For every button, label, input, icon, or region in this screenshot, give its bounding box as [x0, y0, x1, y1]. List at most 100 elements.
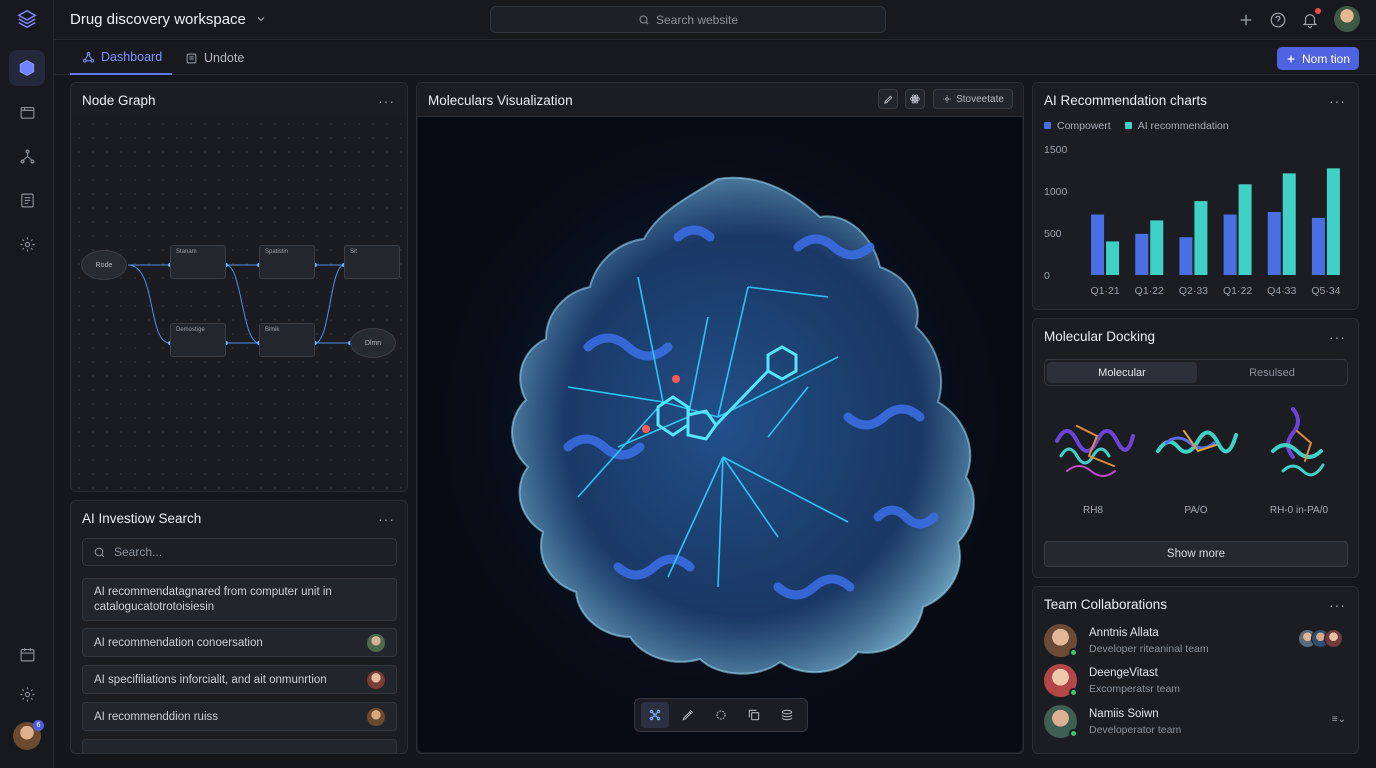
node-graph-panel: Node Graph ··· Rode Stanam Spatistin Sit…	[70, 82, 408, 492]
search-result-text: AI recommendatagnared from computer unit…	[94, 585, 332, 613]
bar-ai-recommendation[interactable]	[1282, 173, 1296, 275]
docking-thumbnail[interactable]	[1047, 401, 1139, 491]
more-icon[interactable]: ···	[378, 93, 395, 109]
member-name: Anntnis Allata	[1089, 627, 1159, 639]
search-result[interactable]: AI recommenddion ruiss	[82, 702, 397, 731]
docking-thumbnail[interactable]	[1150, 401, 1242, 491]
more-icon[interactable]: ···	[1329, 597, 1346, 613]
molecule-mode-button[interactable]	[641, 702, 670, 728]
eyedropper-icon	[682, 709, 694, 721]
protein-surface-render	[418, 117, 1022, 752]
molecular-viz-header: Moleculars Visualization Stoveetate	[417, 83, 1023, 117]
bar-chart: 0 500 1000 1500 Q1·21 Q1·22 Q2·33 Q1·22 Q4·33 Q5·…	[1044, 144, 1341, 297]
bar-compowert[interactable]	[1135, 233, 1149, 275]
cube-icon	[19, 60, 35, 76]
member-team: Developerator team	[1089, 724, 1182, 736]
tab-dashboard-label: Dashboard	[101, 50, 163, 64]
member-options-icon[interactable]: ≡⌄	[1332, 714, 1346, 725]
ai-search-input[interactable]: Search...	[82, 538, 397, 566]
global-search-placeholder: Search website	[655, 12, 739, 27]
bar-ai-recommendation[interactable]	[1150, 220, 1164, 275]
bar-ai-recommendation[interactable]	[1194, 201, 1208, 275]
graph-node[interactable]: Spatistin	[259, 245, 315, 279]
molecule-viewer[interactable]	[418, 117, 1022, 752]
team-member[interactable]: Anntnis Allata Developer riteaninal team	[1044, 624, 1348, 658]
graph-node[interactable]: Demostige	[170, 323, 226, 357]
layers-logo-icon[interactable]	[16, 8, 38, 30]
viz-state-button[interactable]: Stoveetate	[933, 89, 1013, 109]
node-graph-edges	[127, 263, 352, 345]
profile-avatar[interactable]	[1334, 6, 1360, 32]
node-graph-title: Node Graph	[82, 93, 156, 108]
x-tick-label: Q4·33	[1267, 285, 1296, 297]
rail-files-button[interactable]	[9, 94, 45, 130]
search-result[interactable]: AI recommendation conoersation	[82, 628, 397, 657]
help-icon[interactable]	[1269, 11, 1287, 29]
x-tick-label: Q2·33	[1179, 285, 1208, 297]
online-status-indicator	[1069, 729, 1078, 738]
rail-network-button[interactable]	[9, 138, 45, 174]
bar-ai-recommendation[interactable]	[1326, 168, 1340, 275]
bar-ai-recommendation[interactable]	[1238, 184, 1252, 275]
more-icon[interactable]: ···	[1329, 329, 1346, 345]
search-result-text: AI specifiliations inforcialit, and ait …	[94, 673, 327, 686]
duplicate-button[interactable]	[740, 702, 768, 728]
tab-bar: Dashboard Undote Nom tion	[54, 41, 1376, 75]
bar-compowert[interactable]	[1091, 214, 1105, 275]
plus-icon[interactable]	[1237, 11, 1255, 29]
bar-ai-recommendation[interactable]	[1106, 241, 1120, 275]
copy-icon	[748, 709, 759, 721]
chevron-down-icon[interactable]	[255, 13, 267, 25]
search-result-text: AI recommendation conoersation	[94, 636, 263, 649]
segment-molecular[interactable]: Molecular	[1047, 362, 1197, 383]
new-item-button[interactable]: Nom tion	[1277, 47, 1359, 70]
node-graph-canvas[interactable]: Rode Stanam Spatistin Sit Demostige Biln…	[72, 117, 406, 490]
tab-undote[interactable]: Undote	[185, 41, 244, 75]
rotate-tool-button[interactable]	[707, 702, 735, 728]
search-icon	[639, 15, 649, 24]
pick-tool-button[interactable]	[674, 702, 702, 728]
docking-thumbnail[interactable]	[1253, 401, 1345, 491]
graph-node[interactable]: Bilnik	[259, 323, 315, 357]
tab-undote-label: Undote	[204, 51, 245, 65]
graph-node[interactable]: Stanam	[170, 245, 226, 279]
docking-label: RH-0 in-PA/0	[1269, 505, 1329, 516]
bar-compowert[interactable]	[1179, 237, 1193, 275]
show-more-button[interactable]: Show more	[1044, 541, 1348, 567]
rail-preferences-button[interactable]	[9, 676, 45, 712]
global-search[interactable]: Search website	[490, 6, 886, 33]
bar-compowert[interactable]	[1267, 212, 1281, 275]
workspace-title[interactable]: Drug discovery workspace	[70, 11, 246, 28]
annotate-button[interactable]	[878, 89, 898, 109]
y-tick-label: 0	[1044, 270, 1050, 282]
tab-dashboard[interactable]: Dashboard	[70, 41, 172, 75]
y-tick-label: 1000	[1044, 186, 1068, 198]
molecular-viz-title: Moleculars Visualization	[428, 93, 573, 108]
rail-dashboard-button[interactable]	[9, 50, 45, 86]
rail-calendar-button[interactable]	[9, 636, 45, 672]
segment-resulsed[interactable]: Resulsed	[1197, 362, 1347, 383]
avatar-stack[interactable]	[1298, 629, 1348, 649]
search-result[interactable]	[82, 739, 397, 753]
layers-button[interactable]	[773, 702, 801, 728]
new-item-label: Nom tion	[1301, 51, 1351, 66]
rail-tasks-button[interactable]	[9, 182, 45, 218]
online-status-indicator	[1069, 648, 1078, 657]
folder-icon	[20, 106, 34, 119]
more-icon[interactable]: ···	[1329, 93, 1346, 109]
graph-node[interactable]: Dlmn	[350, 328, 396, 358]
y-tick-label: 1500	[1044, 144, 1068, 156]
team-member[interactable]: Namiis Soiwn Developerator team ≡⌄	[1044, 705, 1348, 739]
search-result[interactable]: AI specifiliations inforcialit, and ait …	[82, 665, 397, 694]
bar-compowert[interactable]	[1311, 217, 1325, 275]
atom-mode-button[interactable]	[905, 89, 925, 109]
graph-node[interactable]: Rode	[81, 250, 127, 280]
rail-settings-button[interactable]	[9, 226, 45, 262]
search-result[interactable]: AI recommendatagnared from computer unit…	[82, 578, 397, 621]
chart-legend: Compowert AI recommendation	[1044, 120, 1229, 132]
team-member[interactable]: DeengeVitast Excomperatsr team	[1044, 664, 1348, 698]
more-icon[interactable]: ···	[378, 511, 395, 527]
graph-node[interactable]: Sit	[344, 245, 400, 279]
pencil-icon	[883, 95, 892, 104]
bar-compowert[interactable]	[1223, 214, 1237, 275]
